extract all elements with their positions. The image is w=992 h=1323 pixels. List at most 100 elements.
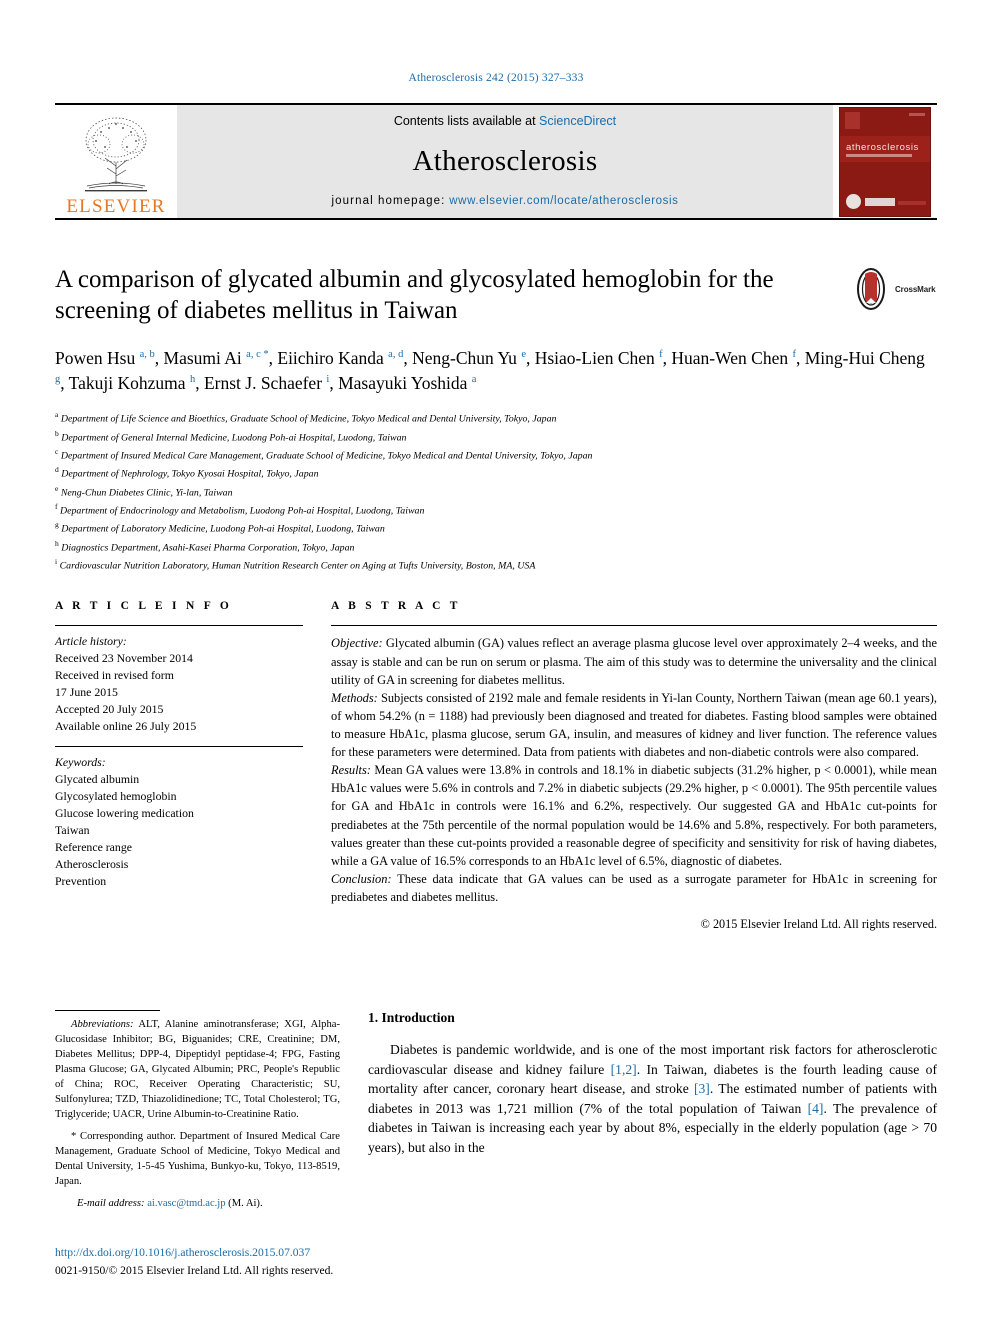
doi-link[interactable]: http://dx.doi.org/10.1016/j.atherosclero… [55, 1244, 333, 1261]
abstract-results: Results: Mean GA values were 13.8% in co… [331, 761, 937, 870]
affiliation-mark: a [55, 410, 59, 420]
abbreviations-text: ALT, Alanine aminotransferase; XGI, Alph… [55, 1019, 340, 1121]
article-history-group: Article history: Received 23 November 20… [55, 626, 303, 735]
elsevier-logo: ELSEVIER [55, 105, 177, 218]
affiliation-item: g Department of Laboratory Medicine, Luo… [55, 519, 937, 537]
history-item: Accepted 20 July 2015 [55, 702, 164, 717]
history-item: 17 June 2015 [55, 685, 118, 700]
contents-prefix: Contents lists available at [393, 114, 540, 128]
abstract-objective-text: Glycated albumin (GA) values reflect an … [331, 636, 937, 687]
article-first-page: Atherosclerosis 242 (2015) 327–333 ELSEV… [0, 0, 992, 1323]
abbreviations-footnote: Abbreviations: ALT, Alanine aminotransfe… [55, 1017, 340, 1122]
abstract-body: Objective: Glycated albumin (GA) values … [331, 626, 937, 933]
issn-copyright-line: 0021-9150/© 2015 Elsevier Ireland Ltd. A… [55, 1263, 334, 1277]
keyword-item: Glycosylated hemoglobin [55, 789, 177, 804]
author-list: Powen Hsu a, b, Masumi Ai a, c *, Eiichi… [55, 348, 925, 394]
email-label: E-mail address: [77, 1198, 145, 1210]
sciencedirect-link[interactable]: ScienceDirect [539, 114, 616, 128]
email-link[interactable]: ai.vasc@tmd.ac.jp [147, 1198, 225, 1209]
page-title: A comparison of glycated albumin and gly… [55, 266, 774, 324]
corresponding-author-footnote: * Corresponding author. Department of In… [55, 1129, 340, 1189]
abstract-methods: Methods: Subjects consisted of 2192 male… [331, 689, 937, 761]
article-history-label: Article history: [55, 634, 127, 649]
affiliation-mark: e [55, 483, 59, 493]
affiliation-text: Neng-Chun Diabetes Clinic, Yi-lan, Taiwa… [60, 487, 233, 499]
cover-issue-mark [909, 112, 925, 116]
footnotes-column: Abbreviations: ALT, Alanine aminotransfe… [55, 1010, 340, 1211]
abstract-conclusion: Conclusion: These data indicate that GA … [331, 870, 937, 906]
cover-badge-icon [846, 193, 861, 209]
cover-footer-bar [898, 200, 926, 205]
affiliation-text: Department of Endocrinology and Metaboli… [59, 505, 425, 517]
crossmark-label: CrossMark [895, 284, 936, 294]
affiliation-item: f Department of Endocrinology and Metabo… [55, 501, 937, 519]
keyword-item: Taiwan [55, 823, 90, 838]
keywords-group: Keywords: Glycated albumin Glycosylated … [55, 747, 303, 890]
affiliation-item: c Department of Insured Medical Care Man… [55, 446, 937, 464]
keyword-item: Reference range [55, 840, 132, 855]
abstract-results-label: Results: [331, 763, 371, 778]
cover-image: atherosclerosis [839, 106, 931, 217]
affiliation-mark: g [55, 520, 59, 530]
affiliation-item: a Department of Life Science and Bioethi… [55, 409, 937, 427]
keyword-item: Glucose lowering medication [55, 806, 194, 821]
title-block: A comparison of glycated albumin and gly… [55, 264, 937, 326]
abstract-column: A B S T R A C T Objective: Glycated albu… [331, 600, 937, 933]
journal-title: Atherosclerosis [412, 145, 598, 177]
affiliation-mark: i [55, 557, 58, 567]
elsevier-tree-icon [85, 117, 147, 192]
affiliation-item: e Neng-Chun Diabetes Clinic, Yi-lan, Tai… [55, 483, 937, 501]
email-suffix: (M. Ai). [225, 1198, 263, 1210]
abstract-methods-label: Methods: [331, 690, 378, 705]
crossmark-icon [857, 268, 885, 310]
doi-footer: http://dx.doi.org/10.1016/j.atherosclero… [55, 1244, 333, 1279]
abstract-objective: Objective: Glycated albumin (GA) values … [331, 634, 937, 688]
corresponding-author-text: * Corresponding author. Department of In… [55, 1131, 340, 1188]
abstract-results-text: Mean GA values were 13.8% in controls an… [331, 763, 937, 868]
elsevier-wordmark: ELSEVIER [66, 196, 166, 217]
abstract-copyright: © 2015 Elsevier Ireland Ltd. All rights … [700, 917, 937, 932]
info-abstract-row: A R T I C L E I N F O Article history: R… [55, 600, 937, 933]
abstract-methods-text: Subjects consisted of 2192 male and fema… [331, 690, 937, 760]
cover-badge-bar [865, 197, 895, 206]
affiliation-text: Department of Laboratory Medicine, Luodo… [61, 523, 385, 535]
homepage-label: journal homepage: [331, 195, 446, 207]
running-head: Atherosclerosis 242 (2015) 327–333 [408, 72, 584, 84]
homepage-url-link[interactable]: www.elsevier.com/locate/atherosclerosis [449, 195, 678, 207]
masthead-center: Contents lists available at ScienceDirec… [177, 105, 833, 218]
email-footnote: E-mail address: ai.vasc@tmd.ac.jp (M. Ai… [55, 1196, 340, 1211]
contents-available-line: Contents lists available at ScienceDirec… [394, 114, 616, 128]
lower-columns: Abbreviations: ALT, Alanine aminotransfe… [55, 1010, 937, 1211]
cover-subtitle-bar [846, 153, 912, 157]
affiliation-text: Department of Nephrology, Tokyo Kyosai H… [61, 468, 319, 480]
affiliation-item: d Department of Nephrology, Tokyo Kyosai… [55, 464, 937, 482]
affiliation-text: Department of Life Science and Bioethics… [60, 413, 557, 425]
abstract-conclusion-text: These data indicate that GA values can b… [331, 871, 937, 904]
cover-elsevier-mark [845, 111, 860, 129]
affiliation-list: a Department of Life Science and Bioethi… [55, 409, 937, 574]
affiliation-text: Department of General Internal Medicine,… [61, 432, 407, 444]
article-info-heading: A R T I C L E I N F O [55, 600, 233, 613]
affiliation-mark: d [55, 465, 59, 475]
history-item: Available online 26 July 2015 [55, 719, 197, 734]
introduction-column: 1. Introduction Diabetes is pandemic wor… [368, 1010, 937, 1211]
affiliation-mark: h [55, 538, 59, 548]
affiliation-text: Department of Insured Medical Care Manag… [60, 450, 593, 462]
affiliation-item: b Department of General Internal Medicin… [55, 428, 937, 446]
abbreviations-label: Abbreviations: [71, 1019, 134, 1030]
cover-title-text: atherosclerosis [846, 141, 919, 153]
history-item: Received 23 November 2014 [55, 651, 193, 666]
affiliation-mark: b [55, 428, 59, 438]
affiliation-text: Diagnostics Department, Asahi-Kasei Phar… [61, 542, 355, 554]
abstract-conclusion-label: Conclusion: [331, 871, 392, 886]
crossmark-badge[interactable]: CrossMark [851, 266, 937, 312]
footnote-divider [55, 1010, 160, 1011]
article-info-column: A R T I C L E I N F O Article history: R… [55, 600, 303, 933]
abstract-objective-label: Objective: [331, 636, 383, 651]
abstract-heading: A B S T R A C T [331, 600, 461, 613]
affiliation-item: h Diagnostics Department, Asahi-Kasei Ph… [55, 538, 937, 556]
keyword-item: Prevention [55, 874, 107, 889]
keyword-item: Glycated albumin [55, 772, 140, 787]
affiliation-text: Cardiovascular Nutrition Laboratory, Hum… [59, 560, 536, 572]
introduction-heading: 1. Introduction [368, 1010, 455, 1025]
